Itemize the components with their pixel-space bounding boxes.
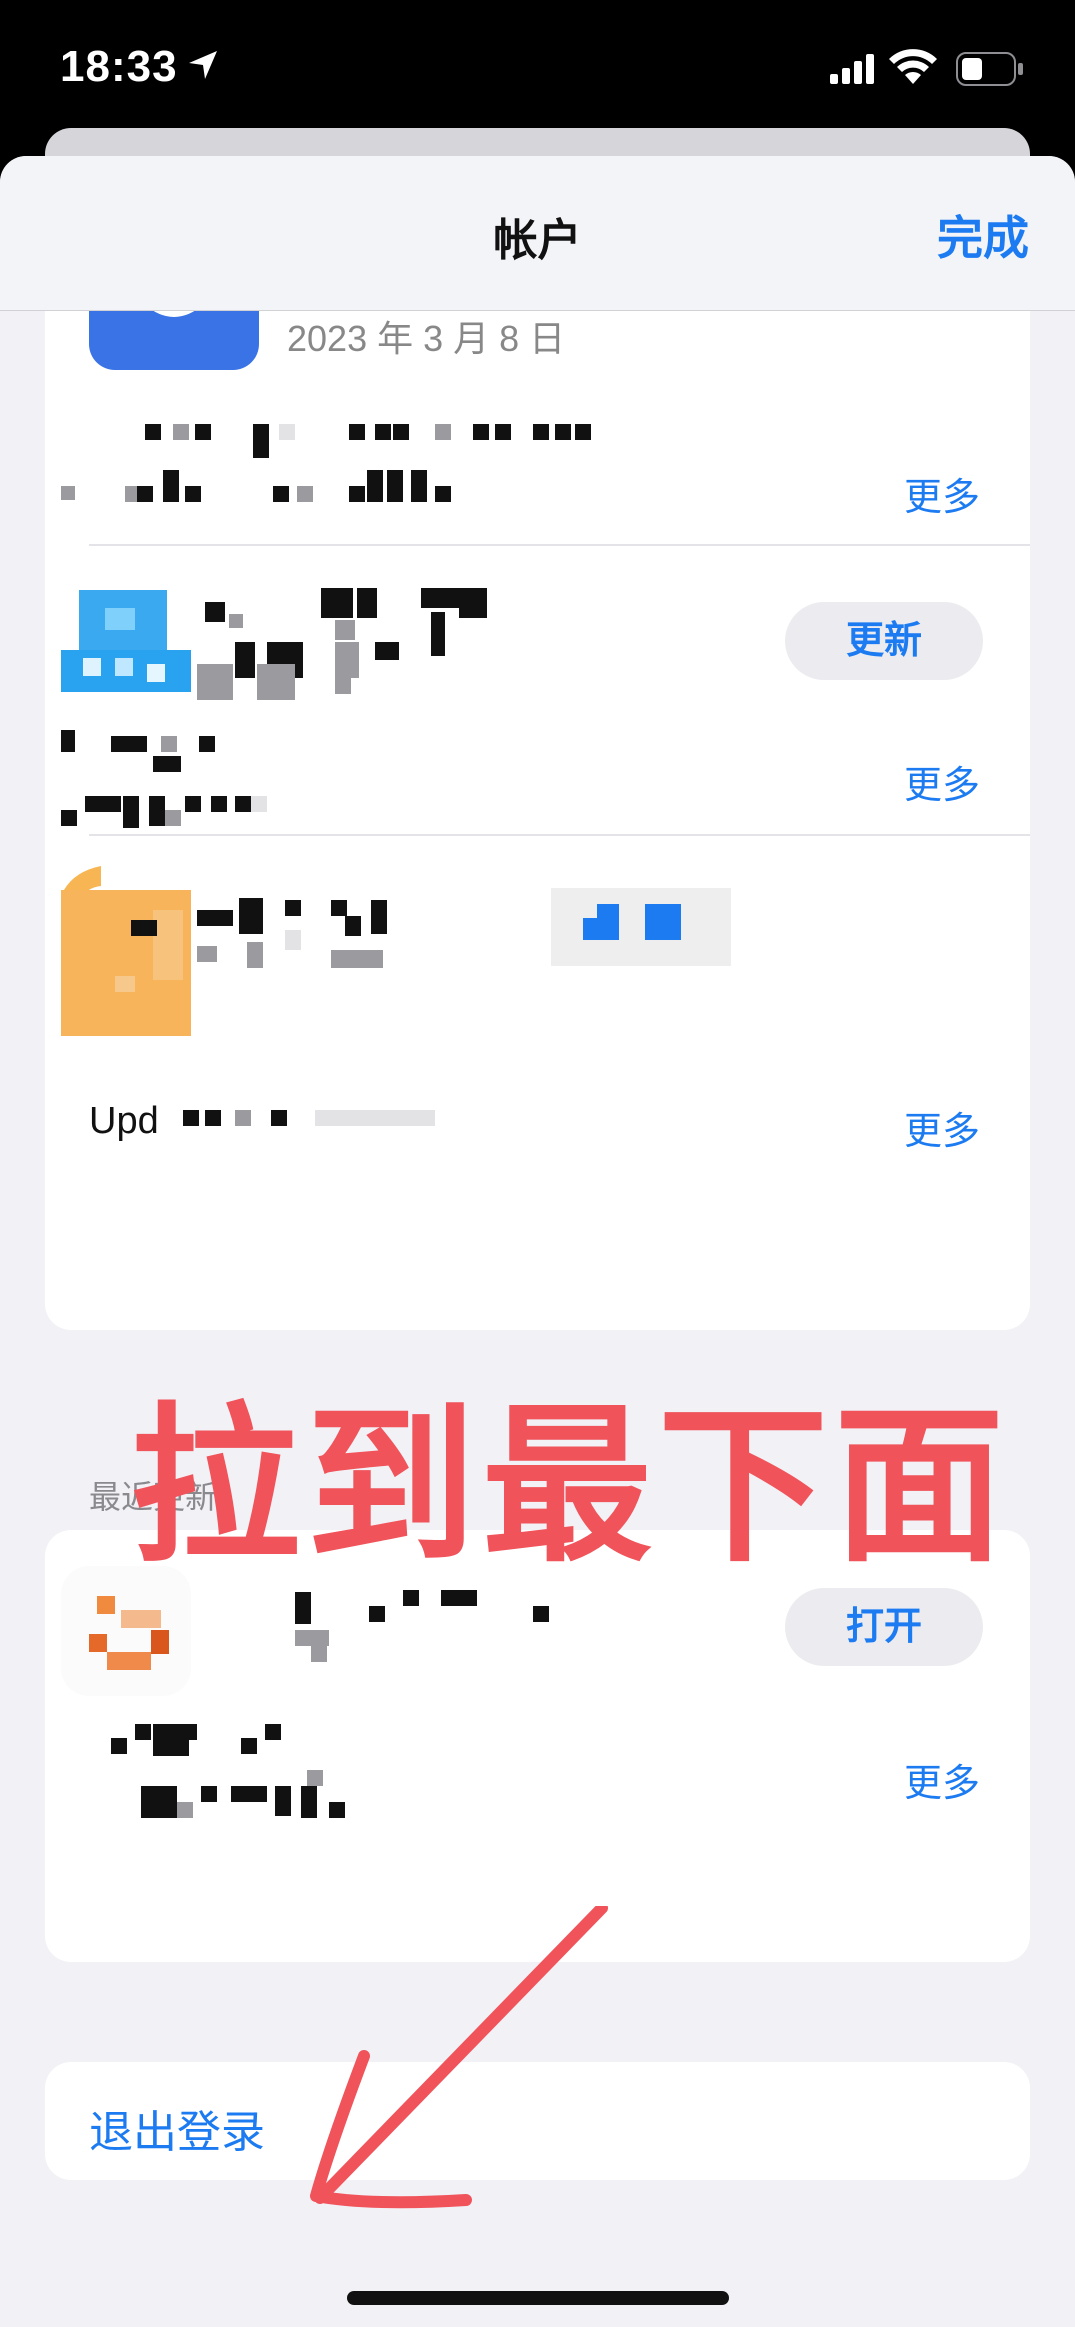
app-icon [61,866,191,1036]
update-date: 2023 年 3 月 8 日 [287,318,566,359]
done-button[interactable]: 完成 [937,202,1029,268]
divider [89,834,1030,836]
open-button[interactable]: 打开 [785,1588,983,1666]
annotation-arrow-icon [310,1906,608,2209]
recent-updates-card: 打开 更多 [45,1530,1030,1962]
navigation-bar: 帐户 完成 [0,156,1075,311]
app-icon [61,580,191,704]
battery-icon [956,52,1023,86]
divider [89,544,1030,546]
sign-out-button[interactable]: 退出登录 [89,2096,265,2160]
cellular-signal-icon [830,54,874,84]
location-arrow-icon [189,51,217,79]
page-title: 帐户 [493,216,582,265]
more-link[interactable]: 更多 [904,754,980,809]
pending-updates-card: 2023 年 3 月 8 日 更多 更新 更多 Upd 更多 [45,290,1030,1330]
accounts-sheet: 帐户 完成 2023 年 3 月 8 日 更多 更新 更多 Upd 更多 最近更… [0,156,1075,2327]
more-link[interactable]: 更多 [904,1752,980,1807]
more-link[interactable]: 更多 [904,1100,980,1155]
release-notes-text: Upd [89,1100,159,1142]
home-indicator [347,2291,729,2305]
status-time: 18:33 [60,42,178,91]
status-bar: 18:33 [0,0,1075,140]
wifi-icon [889,49,937,84]
more-link[interactable]: 更多 [904,466,980,521]
app-button-redacted[interactable] [551,888,731,966]
update-button[interactable]: 更新 [785,602,983,680]
annotation-text: 拉到最下面 [130,1388,1011,1586]
